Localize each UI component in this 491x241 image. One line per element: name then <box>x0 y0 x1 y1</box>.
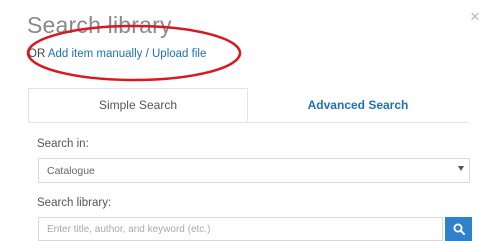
close-icon[interactable]: × <box>470 8 480 25</box>
search-library-label: Search library: <box>37 197 112 209</box>
tab-advanced-search[interactable]: Advanced Search <box>248 88 468 122</box>
add-item-manually-link[interactable]: Add item manually / Upload file <box>48 48 207 60</box>
dialog-title: Search library <box>27 12 172 38</box>
tab-simple-search[interactable]: Simple Search <box>28 88 248 122</box>
chevron-down-icon <box>458 166 464 171</box>
search-button[interactable] <box>445 217 472 241</box>
search-in-select[interactable]: Catalogue <box>38 158 470 183</box>
search-in-label: Search in: <box>37 138 89 150</box>
search-row <box>38 217 472 241</box>
search-in-value: Catalogue <box>47 165 95 177</box>
search-tabs: Simple Search Advanced Search <box>28 88 468 123</box>
search-input[interactable] <box>38 217 443 241</box>
search-icon <box>453 223 465 235</box>
add-manually-line: OR Add item manually / Upload file <box>28 48 206 60</box>
or-prefix: OR <box>28 48 48 60</box>
